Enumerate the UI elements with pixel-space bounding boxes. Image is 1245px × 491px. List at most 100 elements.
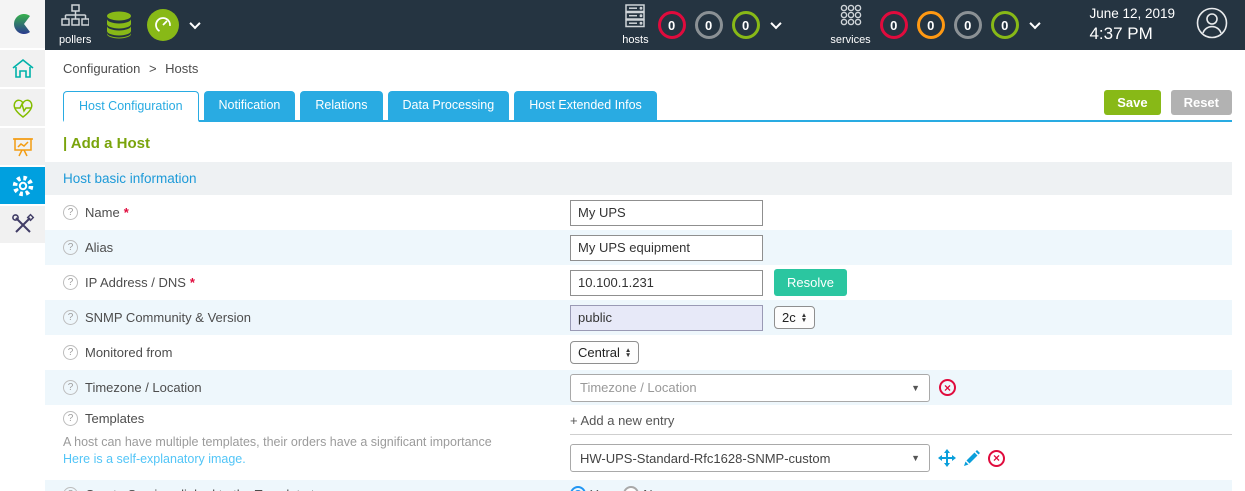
- add-template-entry-link[interactable]: + Add a new entry: [570, 411, 1232, 434]
- reset-button[interactable]: Reset: [1171, 90, 1232, 115]
- monitored-from-select[interactable]: Central ▲▼: [570, 341, 639, 364]
- hosts-down-badge[interactable]: 0: [658, 11, 686, 39]
- services-label: services: [830, 34, 870, 46]
- tab-host-configuration[interactable]: Host Configuration: [63, 91, 199, 122]
- ip-row: ? IP Address / DNS * Resolve: [45, 265, 1232, 300]
- sidebar: [0, 0, 45, 491]
- no-label: No: [643, 487, 660, 491]
- timezone-select[interactable]: Timezone / Location ▼: [570, 374, 930, 402]
- name-row: ? Name *: [45, 195, 1232, 230]
- timezone-clear-icon[interactable]: ×: [939, 379, 956, 396]
- monitored-from-label: Monitored from: [85, 345, 172, 360]
- required-asterisk: *: [190, 275, 195, 290]
- create-services-label: Create Services linked to the Template t…: [85, 487, 329, 491]
- yes-label: Yes: [590, 487, 611, 491]
- breadcrumb-hosts[interactable]: Hosts: [165, 61, 198, 76]
- services-ok-badge[interactable]: 0: [991, 11, 1019, 39]
- delete-template-icon[interactable]: ×: [988, 450, 1005, 467]
- tab-relations[interactable]: Relations: [300, 91, 382, 120]
- user-avatar-icon[interactable]: [1195, 6, 1229, 45]
- dropdown-arrow-icon: ▼: [911, 383, 920, 393]
- sidebar-item-home[interactable]: [0, 50, 45, 87]
- clock: June 12, 2019 4:37 PM: [1089, 6, 1175, 44]
- services-chevron-down-icon[interactable]: [1029, 18, 1040, 29]
- breadcrumb: Configuration > Hosts: [45, 50, 1245, 77]
- name-input[interactable]: [570, 200, 763, 226]
- save-button[interactable]: Save: [1104, 90, 1160, 115]
- hosts-up-badge[interactable]: 0: [732, 11, 760, 39]
- create-services-no-radio[interactable]: [623, 486, 639, 491]
- tab-data-processing[interactable]: Data Processing: [388, 91, 510, 120]
- services-icon: [838, 4, 864, 33]
- template-value: HW-UPS-Standard-Rfc1628-SNMP-custom: [580, 451, 911, 466]
- breadcrumb-configuration[interactable]: Configuration: [63, 61, 140, 76]
- timezone-row: ? Timezone / Location Timezone / Locatio…: [45, 370, 1232, 405]
- select-stepper-icon: ▲▼: [625, 348, 631, 358]
- current-time: 4:37 PM: [1089, 23, 1175, 44]
- sidebar-item-administration[interactable]: [0, 206, 45, 243]
- top-bar: pollers hosts 0 0 0: [45, 0, 1245, 50]
- help-icon[interactable]: ?: [63, 487, 78, 491]
- hosts-unreachable-badge[interactable]: 0: [695, 11, 723, 39]
- help-icon[interactable]: ?: [63, 380, 78, 395]
- centreon-logo[interactable]: [0, 0, 45, 48]
- page-title: | Add a Host: [45, 122, 1245, 162]
- move-template-icon[interactable]: [938, 449, 956, 467]
- hosts-status-menu[interactable]: hosts: [622, 4, 648, 46]
- pollers-icon: [61, 4, 89, 33]
- alias-input[interactable]: [570, 235, 763, 261]
- templates-label: Templates: [85, 411, 144, 426]
- timezone-label: Timezone / Location: [85, 380, 202, 395]
- form-rows: ? Name * ? Alias ? IP Address / DNS * Re…: [45, 195, 1232, 491]
- hosts-chevron-down-icon[interactable]: [770, 18, 781, 29]
- tab-host-extended-infos[interactable]: Host Extended Infos: [514, 91, 657, 120]
- help-icon[interactable]: ?: [63, 411, 78, 426]
- templates-row: ? Templates A host can have multiple tem…: [45, 405, 1232, 480]
- services-unknown-badge[interactable]: 0: [954, 11, 982, 39]
- services-warning-badge[interactable]: 0: [917, 11, 945, 39]
- database-status-icon[interactable]: [103, 9, 135, 41]
- snmp-version-value: 2c: [782, 310, 796, 325]
- poller-chevron-down-icon[interactable]: [190, 18, 201, 29]
- timezone-placeholder: Timezone / Location: [580, 380, 911, 395]
- help-icon[interactable]: ?: [63, 275, 78, 290]
- create-services-yes-radio[interactable]: [570, 486, 586, 491]
- snmp-label: SNMP Community & Version: [85, 310, 251, 325]
- breadcrumb-separator: >: [149, 61, 157, 76]
- services-status-menu[interactable]: services: [830, 4, 870, 46]
- templates-hint: A host can have multiple templates, thei…: [63, 435, 533, 449]
- hosts-icon: [622, 4, 648, 33]
- tab-bar: Host Configuration Notification Relation…: [63, 90, 1232, 122]
- monitored-from-row: ? Monitored from Central ▲▼: [45, 335, 1232, 370]
- hosts-label: hosts: [622, 34, 648, 46]
- templates-example-link[interactable]: Here is a self-explanatory image.: [63, 452, 570, 466]
- tab-notification[interactable]: Notification: [204, 91, 296, 120]
- monitored-from-value: Central: [578, 345, 620, 360]
- pollers-menu[interactable]: pollers: [59, 4, 91, 46]
- snmp-version-select[interactable]: 2c ▲▼: [774, 306, 815, 329]
- gauge-status-icon[interactable]: [147, 9, 179, 41]
- sidebar-item-configuration[interactable]: [0, 167, 45, 204]
- ip-input[interactable]: [570, 270, 763, 296]
- alias-label: Alias: [85, 240, 113, 255]
- name-label: Name: [85, 205, 120, 220]
- help-icon[interactable]: ?: [63, 345, 78, 360]
- snmp-row: ? SNMP Community & Version 2c ▲▼: [45, 300, 1232, 335]
- help-icon[interactable]: ?: [63, 310, 78, 325]
- required-asterisk: *: [124, 205, 129, 220]
- alias-row: ? Alias: [45, 230, 1232, 265]
- snmp-community-input[interactable]: [570, 305, 763, 331]
- main-content: Configuration > Hosts Host Configuration…: [45, 50, 1245, 491]
- dropdown-arrow-icon: ▼: [911, 453, 920, 463]
- resolve-button[interactable]: Resolve: [774, 269, 847, 296]
- services-critical-badge[interactable]: 0: [880, 11, 908, 39]
- edit-template-icon[interactable]: [964, 450, 980, 466]
- section-host-basic-information: Host basic information: [45, 162, 1232, 195]
- create-services-row: ? Create Services linked to the Template…: [45, 480, 1232, 491]
- help-icon[interactable]: ?: [63, 240, 78, 255]
- template-select[interactable]: HW-UPS-Standard-Rfc1628-SNMP-custom ▼: [570, 444, 930, 472]
- sidebar-item-reporting[interactable]: [0, 128, 45, 165]
- help-icon[interactable]: ?: [63, 205, 78, 220]
- select-stepper-icon: ▲▼: [801, 313, 807, 323]
- sidebar-item-monitoring[interactable]: [0, 89, 45, 126]
